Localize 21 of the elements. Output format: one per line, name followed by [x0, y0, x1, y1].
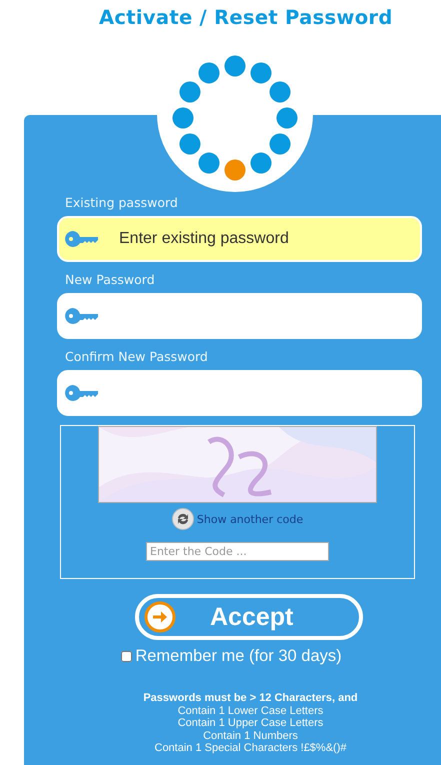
page-title: Activate / Reset Password	[99, 6, 393, 29]
key-icon	[65, 231, 99, 247]
refresh-icon[interactable]	[172, 508, 194, 530]
field-label: New Password	[65, 272, 155, 287]
password-field[interactable]: Enter existing password	[57, 216, 422, 262]
accept-button[interactable]: Accept	[135, 594, 363, 640]
code-input[interactable]: Enter the Code ...	[146, 542, 329, 561]
remember-label: Remember me (for 30 days)	[135, 647, 342, 666]
rule-text: Passwords must be > 12 Characters, and	[143, 692, 358, 704]
rule-text: Contain 1 Numbers	[203, 730, 298, 742]
key-icon	[65, 385, 99, 401]
rule-text: Contain 1 Upper Case Letters	[178, 717, 324, 730]
rule-text: Contain 1 Lower Case Letters	[178, 704, 324, 717]
password-field[interactable]	[57, 370, 422, 416]
key-icon	[65, 308, 99, 324]
field-label: Confirm New Password	[65, 349, 208, 364]
password-field[interactable]	[57, 293, 422, 339]
remember-checkbox[interactable]	[121, 651, 132, 662]
field-label: Existing password	[65, 195, 178, 210]
show-another-code-link[interactable]: Show another code	[196, 512, 304, 526]
rule-text: Contain 1 Special Characters !£$%&()#	[154, 742, 346, 754]
